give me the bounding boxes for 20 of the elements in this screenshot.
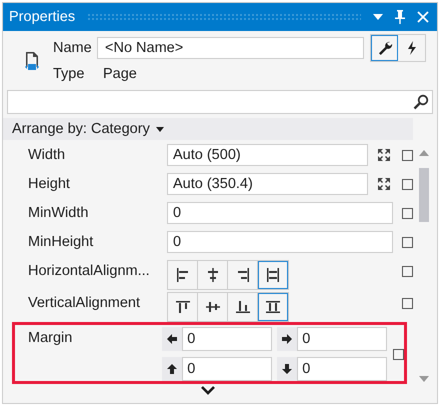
property-label: Width <box>28 146 66 165</box>
value-field[interactable]: Auto (500) <box>167 144 368 166</box>
type-value: Page <box>103 66 137 82</box>
name-label: Name <box>53 40 93 56</box>
value-field[interactable]: 0 <box>167 231 393 253</box>
window-title: Properties <box>9 9 76 25</box>
property-label: Margin <box>28 329 74 348</box>
name-field[interactable]: <No Name> <box>97 37 364 59</box>
type-label: Type <box>53 66 86 82</box>
value-field[interactable]: 0 <box>167 202 393 224</box>
margin-field[interactable]: 0 <box>297 357 388 381</box>
margin-field[interactable]: 0 <box>182 357 272 381</box>
property-label: MinHeight <box>28 233 94 252</box>
property-label: MinWidth <box>28 204 90 223</box>
property-label: Height <box>28 175 71 194</box>
property-label: VerticalAlignment <box>28 294 142 313</box>
margin-field[interactable]: 0 <box>297 327 388 351</box>
margin-field[interactable]: 0 <box>182 327 272 351</box>
property-label: HorizontalAlignm... <box>28 262 151 281</box>
value-field[interactable]: Auto (350.4) <box>167 173 368 195</box>
